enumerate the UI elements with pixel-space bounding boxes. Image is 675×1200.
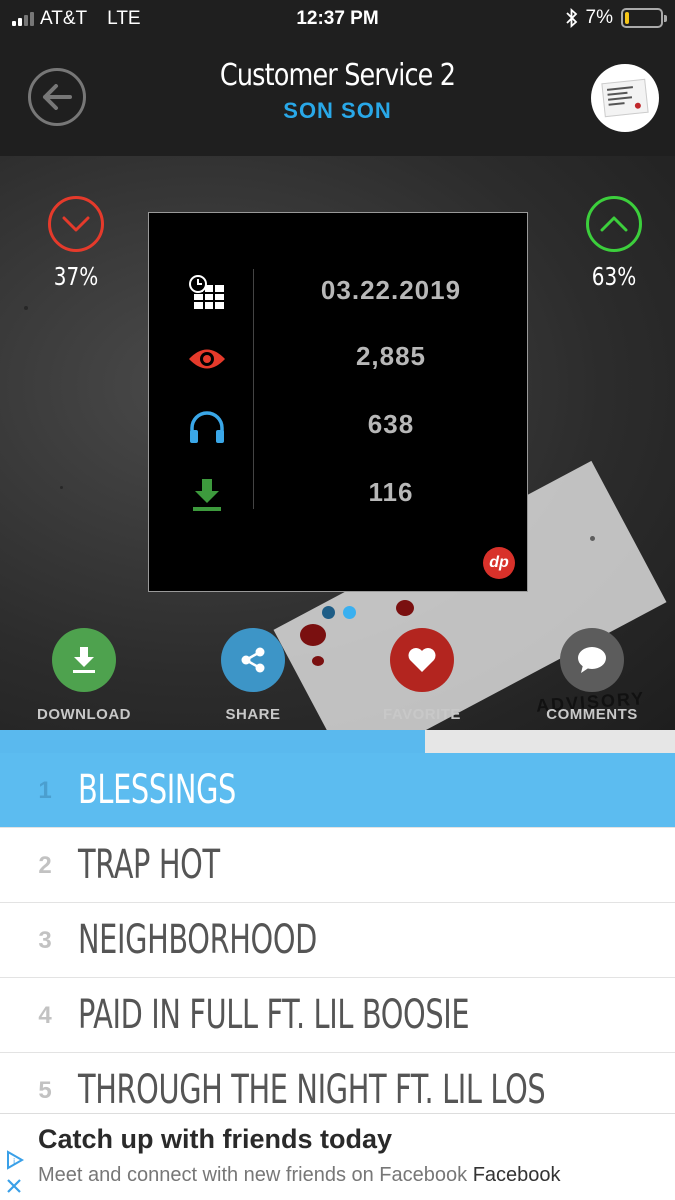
svg-text:i: i: [13, 1157, 15, 1166]
ad-banner[interactable]: i Catch up with friends today Meet and c…: [0, 1113, 675, 1200]
playback-progress-bar[interactable]: [0, 730, 675, 753]
track-number: 3: [38, 927, 52, 954]
track-title: BLESSINGS: [78, 767, 236, 813]
track-title: THROUGH THE NIGHT FT. LIL LOS: [78, 1067, 546, 1113]
top-bar: Customer Service 2 SON SON: [0, 38, 675, 156]
track-row[interactable]: 5 THROUGH THE NIGHT FT. LIL LOS: [0, 1053, 675, 1113]
artist-name[interactable]: SON SON: [0, 98, 675, 124]
upvote-button[interactable]: [586, 196, 642, 252]
favorite-label: FAVORITE: [383, 706, 461, 723]
download-icon: [187, 475, 227, 515]
favorite-button[interactable]: [390, 628, 454, 692]
download-arrow-icon: [73, 647, 95, 673]
release-date-value: 03.22.2019: [320, 275, 462, 305]
calendar-clock-icon: [187, 273, 227, 313]
heart-icon: [408, 648, 436, 672]
status-bar: AT&T LTE 12:37 PM 7%: [0, 0, 675, 38]
headphones-icon: [187, 407, 227, 447]
share-icon: [241, 647, 265, 673]
stat-release-date: 03.22.2019: [149, 265, 529, 315]
album-cover-thumbnail[interactable]: [591, 64, 659, 132]
cover-art-image: [601, 78, 649, 118]
downvote-button[interactable]: [48, 196, 104, 252]
status-right: 7%: [565, 7, 667, 29]
track-number: 4: [38, 1002, 52, 1029]
download-button[interactable]: [52, 628, 116, 692]
download-label: DOWNLOAD: [37, 706, 131, 723]
battery-percent: 7%: [585, 7, 613, 28]
track-title: PAID IN FULL FT. LIL BOOSIE: [78, 992, 470, 1038]
ad-headline[interactable]: Catch up with friends today: [38, 1124, 392, 1155]
eye-icon: [187, 339, 227, 379]
comments-action[interactable]: COMMENTS: [522, 628, 662, 723]
share-label: SHARE: [225, 706, 281, 723]
stat-downloads: 116: [149, 467, 529, 517]
chevron-down-icon: [62, 216, 90, 232]
action-bar: DOWNLOAD SHARE FAVORITE COMMENTS: [0, 628, 675, 728]
ad-body: Meet and connect with new friends on Fac…: [38, 1164, 561, 1187]
track-number: 2: [38, 852, 52, 879]
track-title: TRAP HOT: [78, 842, 220, 888]
carousel-dot[interactable]: [322, 606, 335, 619]
track-number: 1: [38, 777, 52, 804]
share-action[interactable]: SHARE: [183, 628, 323, 723]
comments-label: COMMENTS: [546, 706, 638, 723]
download-action[interactable]: DOWNLOAD: [14, 628, 154, 723]
views-count: 2,885: [355, 341, 427, 371]
tracklist: 1 BLESSINGS 2 TRAP HOT 3 NEIGHBORHOOD 4 …: [0, 753, 675, 1113]
carousel-dot-active[interactable]: [343, 606, 356, 619]
stat-plays: 638: [149, 399, 529, 449]
comments-button[interactable]: [560, 628, 624, 692]
adchoices-icon[interactable]: i: [4, 1148, 26, 1198]
downvote-percent: 37%: [53, 262, 99, 291]
track-title: NEIGHBORHOOD: [78, 917, 317, 963]
site-logo-badge: dp: [483, 547, 515, 579]
chevron-up-icon: [600, 216, 628, 232]
album-stats-panel: 03.22.2019 2,885 638 116 dp: [148, 212, 528, 592]
share-button[interactable]: [221, 628, 285, 692]
album-title: Customer Service 2: [219, 58, 456, 93]
carousel-dots: [322, 606, 356, 619]
track-row[interactable]: 1 BLESSINGS: [0, 753, 675, 828]
favorite-action[interactable]: FAVORITE: [352, 628, 492, 723]
upvote-percent: 63%: [591, 262, 637, 291]
upvote[interactable]: 63%: [579, 196, 649, 291]
bluetooth-icon: [565, 8, 577, 28]
track-number: 5: [38, 1077, 52, 1104]
plays-count: 638: [367, 409, 415, 439]
downloads-count: 116: [368, 477, 414, 507]
track-row[interactable]: 4 PAID IN FULL FT. LIL BOOSIE: [0, 978, 675, 1053]
ad-body-text: Meet and connect with new friends on Fac…: [38, 1164, 468, 1186]
track-row[interactable]: 3 NEIGHBORHOOD: [0, 903, 675, 978]
ad-brand: Facebook: [472, 1164, 561, 1186]
stat-views: 2,885: [149, 331, 529, 381]
speech-bubble-icon: [578, 647, 606, 673]
progress-fill: [0, 730, 426, 753]
downvote[interactable]: 37%: [41, 196, 111, 291]
album-hero: ADVISORY 37% 63% 03.22.2019 2,885 638 11…: [0, 156, 675, 730]
track-row[interactable]: 2 TRAP HOT: [0, 828, 675, 903]
battery-icon: [621, 8, 667, 28]
